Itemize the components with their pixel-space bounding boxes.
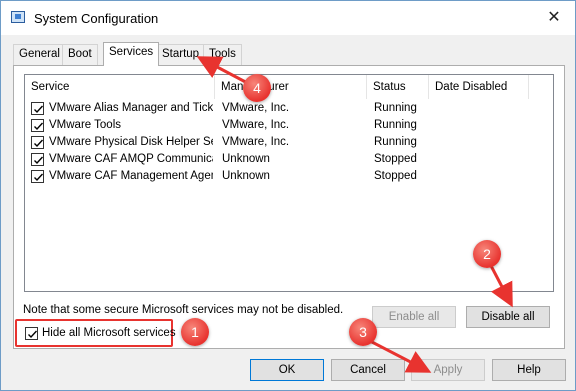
secure-services-note: Note that some secure Microsoft services… [23, 304, 344, 316]
service-manufacturer: Unknown [222, 170, 270, 182]
hide-microsoft-services-highlight: Hide all Microsoft services [15, 319, 176, 347]
table-row[interactable]: VMware Alias Manager and Ticke... VMware… [25, 100, 553, 117]
service-checkbox[interactable] [31, 136, 44, 149]
list-header: Service Manufacturer Status Date Disable… [25, 75, 553, 99]
annotation-badge-1: 1 [181, 318, 209, 346]
table-row[interactable]: VMware CAF Management Agen... Unknown St… [25, 168, 553, 185]
service-name: VMware CAF AMQP Communicati... [49, 153, 213, 165]
service-checkbox[interactable] [31, 170, 44, 183]
tab-services[interactable]: Services [103, 42, 160, 66]
system-configuration-window: System Configuration ✕ General Boot Serv… [0, 0, 576, 391]
service-manufacturer: VMware, Inc. [222, 102, 290, 114]
hide-microsoft-services-checkbox[interactable] [25, 327, 38, 340]
column-service[interactable]: Service [25, 75, 215, 99]
table-row[interactable]: VMware CAF AMQP Communicati... Unknown S… [25, 151, 553, 168]
service-name: VMware Physical Disk Helper Ser... [49, 136, 213, 148]
annotation-badge-2: 2 [473, 240, 501, 268]
service-status: Running [374, 102, 417, 114]
tab-boot[interactable]: Boot [62, 44, 98, 65]
cancel-button[interactable]: Cancel [331, 359, 405, 381]
service-name: VMware Tools [49, 119, 122, 131]
service-status: Stopped [374, 170, 417, 182]
service-manufacturer: VMware, Inc. [222, 119, 290, 131]
column-status[interactable]: Status [367, 75, 429, 99]
title-bar: System Configuration ✕ [1, 1, 575, 35]
msconfig-app-icon [11, 11, 25, 23]
table-row[interactable]: VMware Physical Disk Helper Ser... VMwar… [25, 134, 553, 151]
service-checkbox[interactable] [31, 119, 44, 132]
tab-tools[interactable]: Tools [203, 44, 242, 65]
column-date-disabled[interactable]: Date Disabled [429, 75, 529, 99]
table-row[interactable]: VMware Tools VMware, Inc. Running [25, 117, 553, 134]
service-checkbox[interactable] [31, 102, 44, 115]
tab-startup[interactable]: Startup [156, 44, 206, 65]
help-button[interactable]: Help [492, 359, 566, 381]
annotation-badge-3: 3 [349, 318, 377, 346]
column-manufacturer[interactable]: Manufacturer [215, 75, 367, 99]
enable-all-button[interactable]: Enable all [372, 306, 456, 328]
service-status: Stopped [374, 153, 417, 165]
service-manufacturer: VMware, Inc. [222, 136, 290, 148]
service-status: Running [374, 119, 417, 131]
service-status: Running [374, 136, 417, 148]
tab-general[interactable]: General [13, 44, 66, 65]
service-name: VMware CAF Management Agen... [49, 170, 213, 182]
annotation-badge-4: 4 [243, 74, 271, 102]
apply-button[interactable]: Apply [411, 359, 485, 381]
hide-microsoft-services-label[interactable]: Hide all Microsoft services [42, 327, 176, 339]
service-name: VMware Alias Manager and Ticke... [49, 102, 213, 114]
ok-button[interactable]: OK [250, 359, 324, 381]
window-title: System Configuration [34, 11, 159, 26]
close-button[interactable]: ✕ [543, 8, 565, 28]
disable-all-button[interactable]: Disable all [466, 306, 550, 328]
service-checkbox[interactable] [31, 153, 44, 166]
service-manufacturer: Unknown [222, 153, 270, 165]
